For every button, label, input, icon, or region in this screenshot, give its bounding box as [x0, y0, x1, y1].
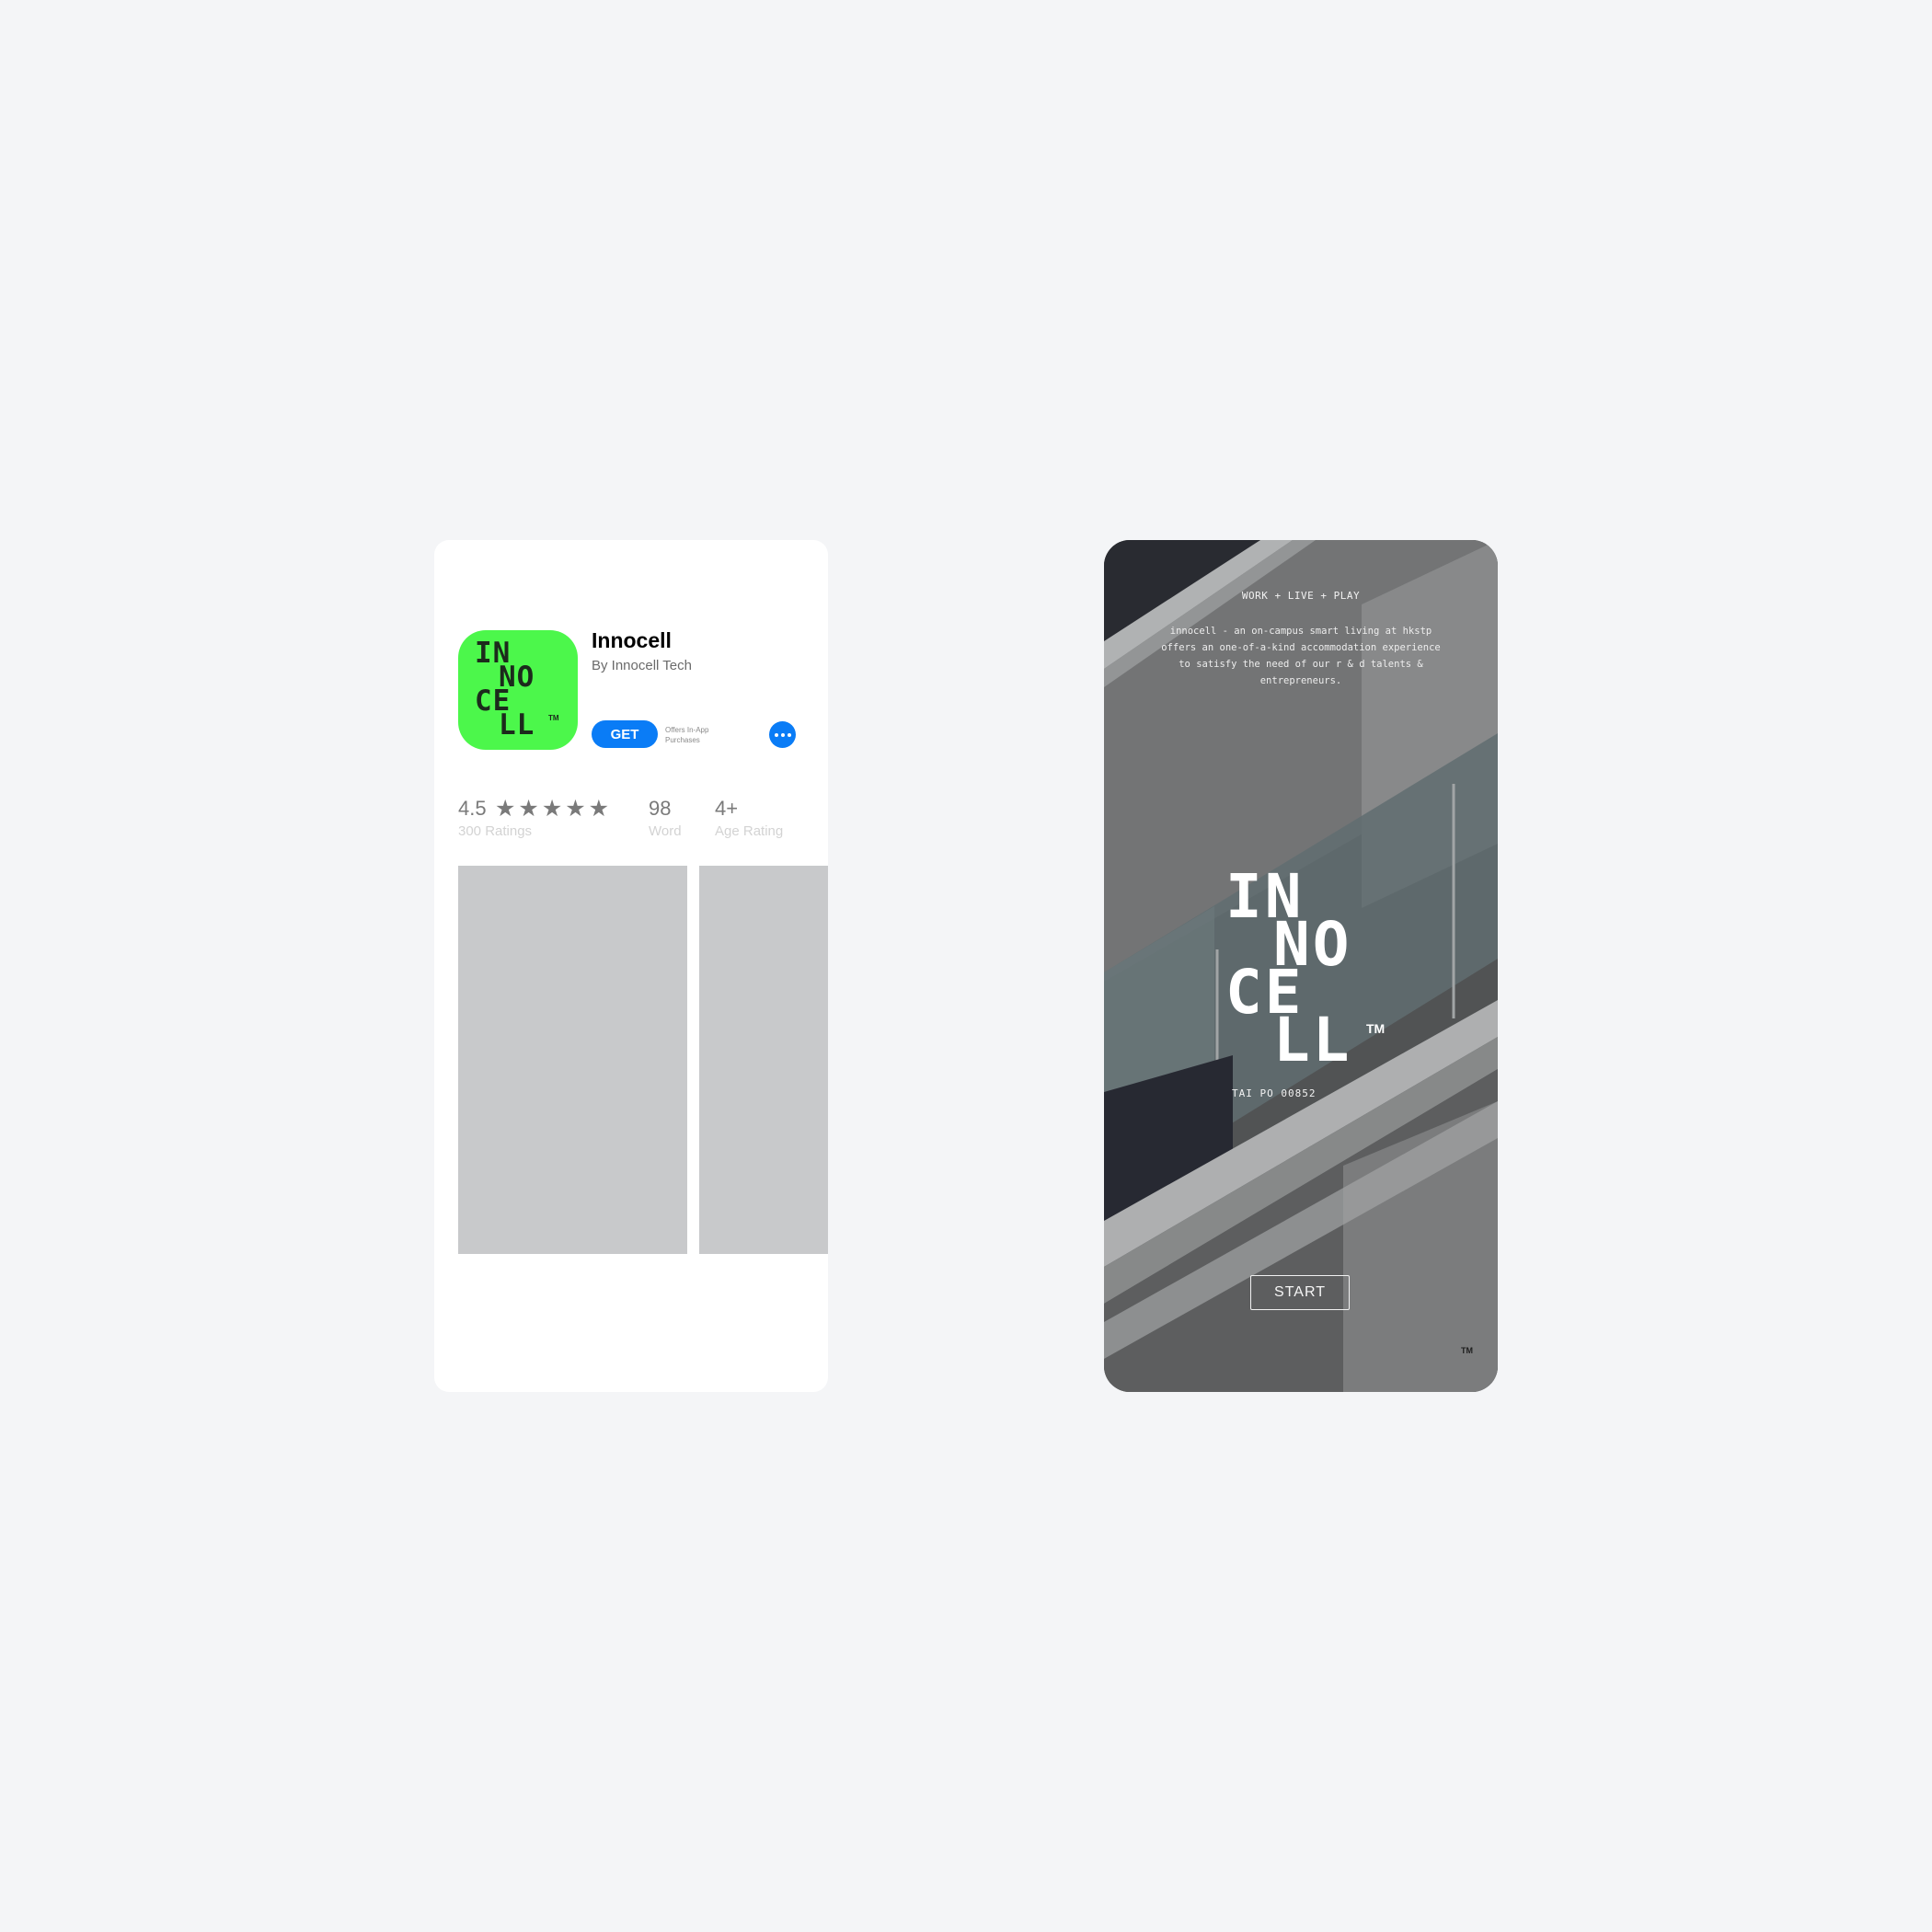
chart-rank-label: Word [649, 823, 682, 839]
app-title: Innocell [592, 628, 672, 652]
in-app-purchases-note: Offers In-App Purchases [665, 726, 709, 744]
age-rating-value: 4+ [715, 797, 739, 820]
ratings-count[interactable]: 300 Ratings [458, 823, 532, 839]
rating-value: 4.5 [458, 797, 487, 820]
screenshot-placeholder[interactable] [458, 866, 687, 1254]
ellipsis-icon-dot [787, 732, 791, 737]
logo-line: LL [1273, 1005, 1352, 1075]
tagline: WORK + LIVE + PLAY [1241, 590, 1361, 602]
developer-name[interactable]: By Innocell Tech [592, 658, 692, 673]
corner-trademark: TM [1461, 1346, 1473, 1355]
app-icon-logo-line: LL [499, 708, 535, 742]
app-store-card: IN NO CE LL TM Innocell By Innocell Tech… [434, 540, 828, 1392]
get-button[interactable]: GET [592, 720, 658, 748]
description-text: innocell - an on-campus smart living at … [1161, 626, 1441, 686]
phone-splash-screen: WORK + LIVE + PLAY innocell - an on-camp… [1104, 540, 1498, 1392]
app-icon[interactable]: IN NO CE LL TM [458, 630, 578, 750]
ellipsis-icon-dot [780, 732, 785, 737]
rating-stars: ★★★★★ [495, 796, 613, 822]
screenshot-placeholder[interactable] [699, 866, 828, 1254]
chart-rank-value: 98 [649, 797, 672, 820]
age-rating-label: Age Rating [715, 823, 784, 839]
logo-trademark: TM [1366, 1021, 1386, 1036]
more-options-button[interactable] [769, 721, 796, 748]
app-icon-trademark: TM [548, 714, 559, 722]
start-button[interactable]: START [1250, 1275, 1350, 1310]
ellipsis-icon [774, 732, 778, 737]
location-code: TAI PO 00852 [1232, 1087, 1317, 1099]
